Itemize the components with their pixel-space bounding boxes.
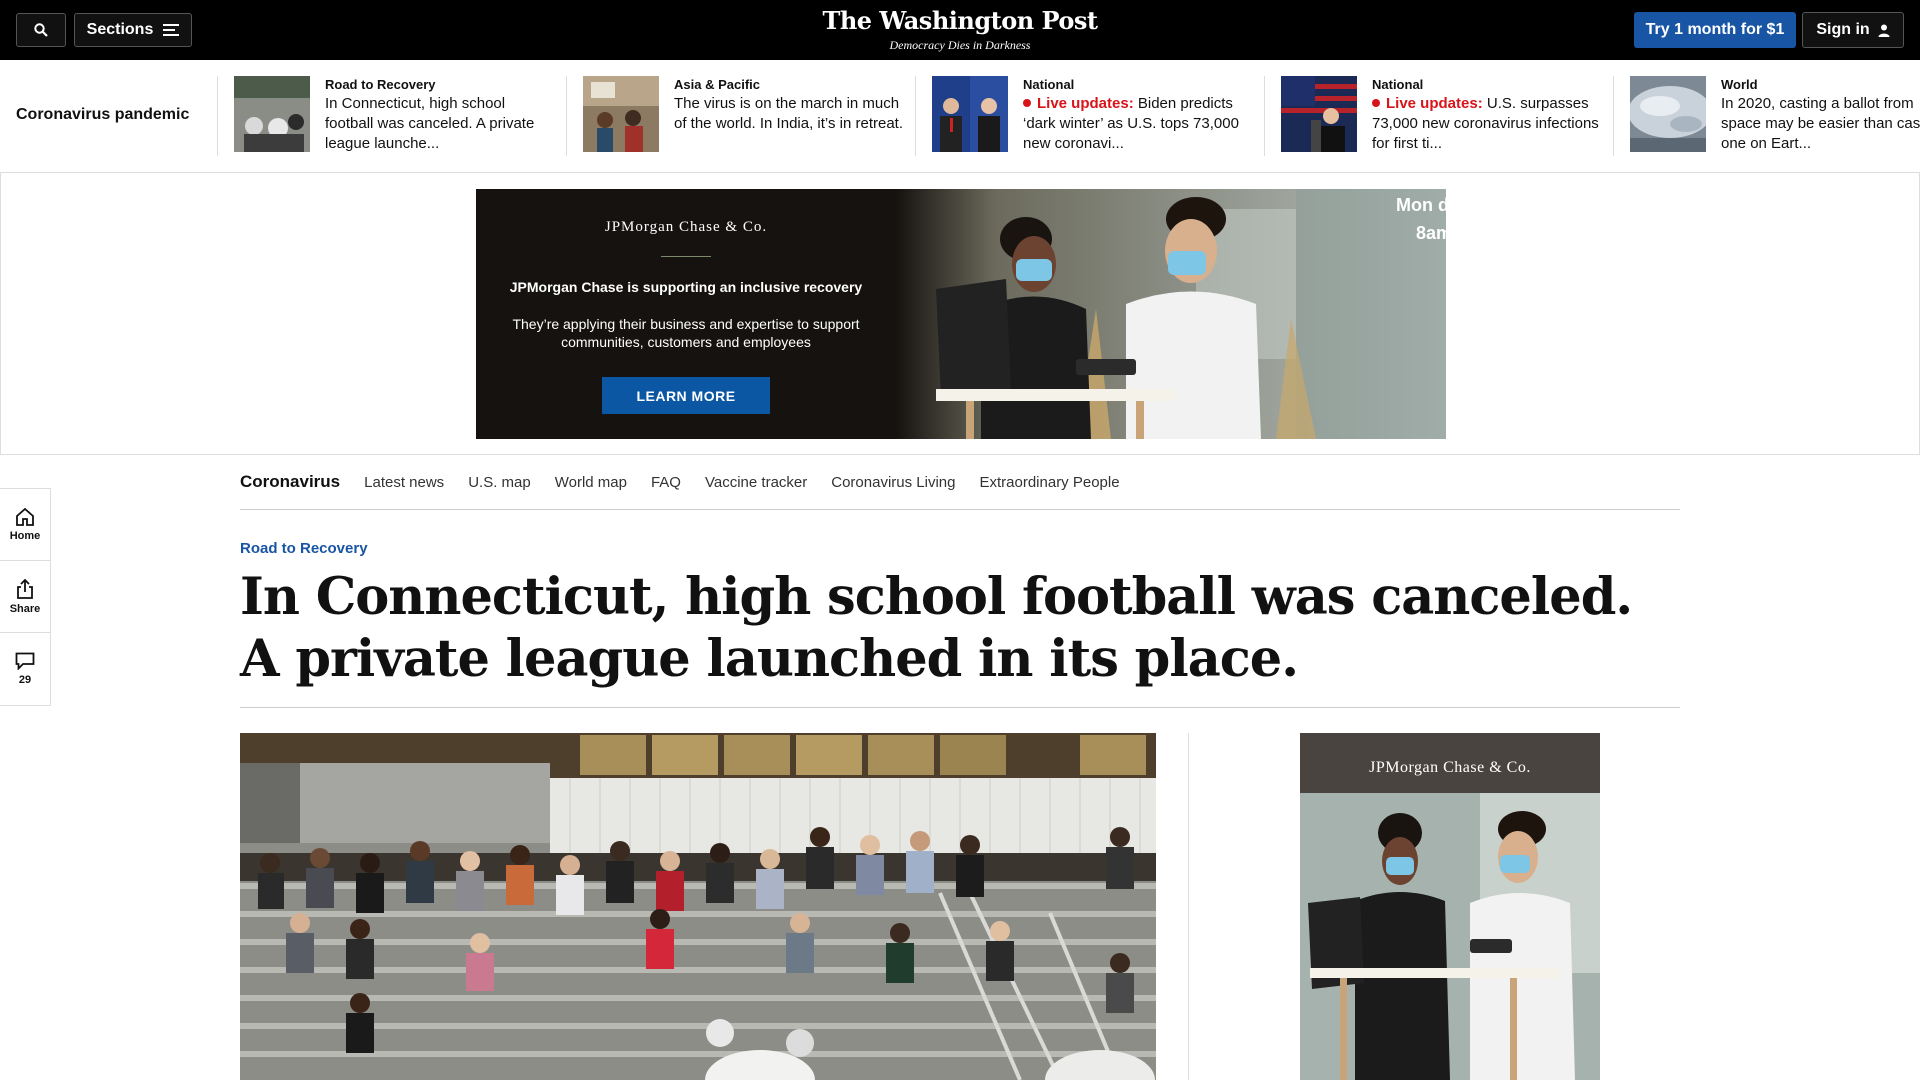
home-button[interactable]: Home bbox=[0, 489, 50, 561]
ad-divider bbox=[661, 256, 711, 257]
live-dot-icon bbox=[1023, 99, 1031, 107]
strip-kicker: Road to Recovery bbox=[325, 77, 436, 92]
ad-sign-line2: 8am - 5 bbox=[1416, 223, 1446, 243]
share-icon bbox=[17, 578, 33, 599]
section-nav-title[interactable]: Coronavirus bbox=[240, 472, 340, 492]
side-ad-brand: JPMorgan Chase & Co. bbox=[1369, 759, 1531, 776]
strip-item[interactable]: Road to Recovery In Connecticut, high sc… bbox=[217, 76, 566, 156]
signin-button[interactable]: Sign in bbox=[1802, 12, 1904, 48]
left-action-rail: Home Share 29 bbox=[0, 488, 51, 706]
site-tagline: Democracy Dies in Darkness bbox=[889, 38, 1031, 52]
live-label: Live updates: bbox=[1386, 95, 1483, 112]
nav-link-extraordinary-people[interactable]: Extraordinary People bbox=[979, 474, 1119, 491]
sections-label: Sections bbox=[86, 21, 154, 38]
comments-button[interactable]: 29 bbox=[0, 633, 50, 705]
side-ad[interactable]: JPMorgan Chase & Co. bbox=[1300, 733, 1600, 1080]
column-divider bbox=[1188, 733, 1189, 1080]
share-button[interactable]: Share bbox=[0, 561, 50, 633]
headline-divider bbox=[240, 707, 1680, 708]
ad-zone: Mon day - S 8am - 5 JPMorgan Chase & Co.… bbox=[0, 172, 1920, 455]
ad-subtitle: They’re applying their business and expe… bbox=[512, 316, 860, 350]
section-nav: Coronavirus Latest news U.S. map World m… bbox=[240, 455, 1680, 510]
strip-kicker: National bbox=[1372, 77, 1424, 92]
ad-title: JPMorgan Chase is supporting an inclusiv… bbox=[509, 279, 863, 295]
signin-label: Sign in bbox=[1816, 21, 1870, 38]
strip-item[interactable]: National Live updates: Biden predicts ‘d… bbox=[915, 76, 1264, 156]
menu-icon bbox=[163, 24, 180, 36]
logo-link[interactable]: The Washington Post Democracy Dies in Da… bbox=[810, 7, 1110, 53]
strip-thumbnail bbox=[234, 76, 310, 152]
strip-label[interactable]: Coronavirus pandemic bbox=[16, 106, 189, 124]
share-label: Share bbox=[9, 602, 41, 615]
site-header: Sections The Washington Post Democracy D… bbox=[0, 0, 1920, 60]
live-dot-icon bbox=[1372, 99, 1380, 107]
subscribe-button[interactable]: Try 1 month for $1 bbox=[1634, 12, 1796, 48]
nav-link-latest-news[interactable]: Latest news bbox=[364, 474, 444, 491]
search-button[interactable] bbox=[16, 13, 66, 47]
nav-link-coronavirus-living[interactable]: Coronavirus Living bbox=[831, 474, 955, 491]
lead-photo bbox=[240, 733, 1156, 1080]
strip-thumbnail bbox=[583, 76, 659, 152]
ad-sign-line1: Mon day - S bbox=[1396, 195, 1446, 215]
ad-photo: Mon day - S 8am - 5 bbox=[896, 189, 1446, 439]
comments-count: 29 bbox=[18, 674, 32, 686]
strip-headline: The virus is on the march in much of the… bbox=[674, 95, 904, 132]
strip-thumbnail bbox=[932, 76, 1008, 152]
live-label: Live updates: bbox=[1037, 95, 1134, 112]
strip-kicker: National bbox=[1023, 77, 1075, 92]
comment-icon bbox=[15, 652, 35, 670]
side-ad-photo bbox=[1300, 733, 1600, 1080]
nav-link-vaccine-tracker[interactable]: Vaccine tracker bbox=[705, 474, 807, 491]
topic-strip: Coronavirus pandemic Road to Recovery In… bbox=[0, 60, 1920, 172]
strip-headline: Live updates: U.S. surpasses 73,000 new … bbox=[1372, 94, 1604, 154]
sections-button[interactable]: Sections bbox=[74, 13, 192, 47]
strip-headline: In 2020, casting a ballot from space may… bbox=[1721, 95, 1920, 152]
home-label: Home bbox=[9, 529, 41, 542]
nav-link-us-map[interactable]: U.S. map bbox=[468, 474, 531, 491]
strip-thumbnail bbox=[1281, 76, 1357, 152]
strip-item[interactable]: Asia & Pacific The virus is on the march… bbox=[566, 76, 915, 156]
strip-item[interactable]: National Live updates: U.S. surpasses 73… bbox=[1264, 76, 1613, 156]
strip-headline: In Connecticut, high school football was… bbox=[325, 95, 535, 152]
nav-link-world-map[interactable]: World map bbox=[555, 474, 627, 491]
article-kicker[interactable]: Road to Recovery bbox=[240, 540, 368, 557]
user-icon bbox=[1878, 24, 1890, 37]
strip-kicker: World bbox=[1721, 77, 1758, 92]
strip-headline: Live updates: Biden predicts ‘dark winte… bbox=[1023, 94, 1255, 154]
strip-kicker: Asia & Pacific bbox=[674, 77, 760, 92]
strip-thumbnail bbox=[1630, 76, 1706, 152]
ad-learn-more-button[interactable]: LEARN MORE bbox=[602, 377, 770, 414]
ad-brand: JPMorgan Chase & Co. bbox=[604, 219, 768, 235]
strip-item[interactable]: World In 2020, casting a ballot from spa… bbox=[1613, 76, 1920, 156]
article-headline: In Connecticut, high school football was… bbox=[240, 567, 1633, 689]
site-logo: The Washington Post bbox=[822, 6, 1098, 35]
search-icon bbox=[34, 23, 48, 37]
nav-link-faq[interactable]: FAQ bbox=[651, 474, 681, 491]
jpmorgan-ad-banner[interactable]: Mon day - S 8am - 5 JPMorgan Chase & Co.… bbox=[476, 189, 1446, 439]
home-icon bbox=[16, 507, 34, 526]
